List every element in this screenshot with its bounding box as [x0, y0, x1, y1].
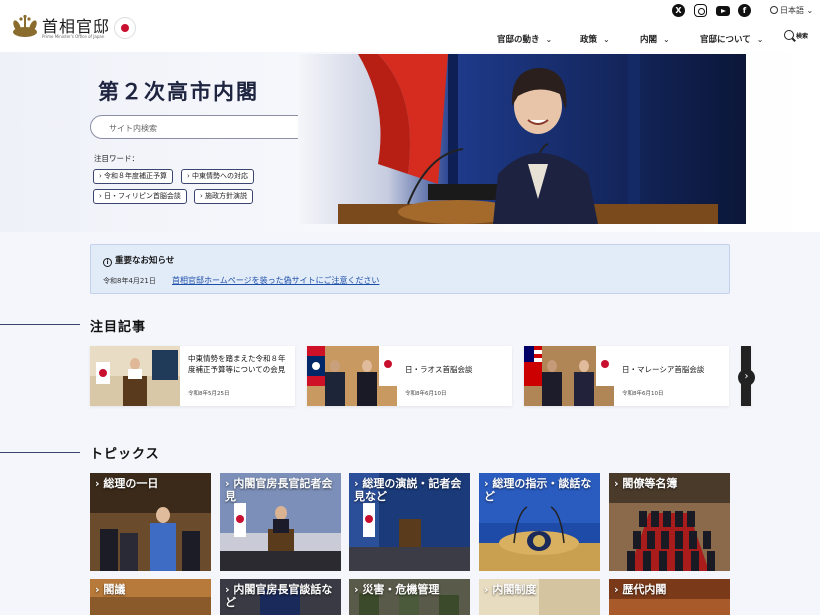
- keyword-label: 令和８年度補正予算: [104, 172, 168, 180]
- paulownia-crest-icon: [13, 14, 37, 37]
- topic-label: › 内閣官房長官記者会見: [225, 477, 337, 503]
- keyword-link[interactable]: › 中東情勢への対応: [181, 169, 255, 184]
- featured-card[interactable]: 日・ラオス首脳会談 令和8年6月10日: [307, 346, 512, 406]
- chevron-down-icon: ⌄: [545, 35, 553, 44]
- nav-label: 内閣: [640, 35, 658, 45]
- section-divider: [0, 452, 80, 453]
- topics-heading: トピックス: [90, 447, 160, 462]
- topic-label-text: 閣僚等名簿: [622, 477, 678, 490]
- chevron-down-icon: ⌄: [756, 35, 764, 44]
- keywords-label: 注目ワード：: [94, 154, 139, 163]
- topic-label-text: 内閣制度: [492, 583, 537, 596]
- topic-label-text: 内閣官房長官記者会見: [225, 477, 333, 503]
- topic-tile[interactable]: › 内閣官房長官談話など: [220, 579, 341, 615]
- topic-label-text: 閣議: [103, 583, 126, 596]
- topic-tile[interactable]: › 総理の一日: [90, 473, 211, 571]
- topic-label: › 総理の演説・記者会見など: [354, 477, 466, 503]
- prime-minister-photo: [298, 54, 746, 224]
- card-date: 令和8年6月10日: [622, 391, 664, 397]
- topic-label: › 内閣官房長官談話など: [225, 583, 337, 609]
- featured-heading: 注目記事: [90, 320, 147, 335]
- search-icon: [784, 30, 794, 40]
- topic-tile[interactable]: › 歴代内閣: [609, 579, 730, 615]
- card-title: 日・マレーシア首脳会談: [622, 365, 705, 374]
- site-logo[interactable]: 首相官邸 Prime Minister's Office of Japan: [12, 12, 132, 42]
- keyword-label: 日・フィリピン首脳会談: [104, 192, 181, 200]
- chevron-down-icon: ⌄: [603, 35, 610, 44]
- topic-tile[interactable]: › 内閣制度: [479, 579, 600, 615]
- keyword-link[interactable]: › 令和８年度補正予算: [93, 169, 174, 184]
- nav-item-activities[interactable]: 官邸の動き ⌄: [497, 33, 552, 45]
- notice-date: 令和8年4月21日: [103, 277, 156, 285]
- topic-label-text: 災害・危機管理: [362, 583, 440, 596]
- card-title: 中東情勢を踏まえた令和８年度補正予算等についての会見: [188, 354, 286, 374]
- nav-label: 官邸について: [700, 35, 751, 45]
- globe-icon: [770, 6, 778, 14]
- card-image: [524, 346, 614, 406]
- nav-item-cabinet[interactable]: 内閣 ⌄: [640, 33, 670, 45]
- carousel-next-button[interactable]: ›: [738, 369, 755, 386]
- topic-label-text: 歴代内閣: [622, 583, 667, 596]
- card-date: 令和8年5月25日: [188, 391, 230, 397]
- nav-label: 官邸の動き: [497, 35, 540, 45]
- site-search-box: [90, 115, 330, 139]
- topic-label-text: 総理の演説・記者会見など: [354, 477, 462, 503]
- topic-tile[interactable]: › 内閣官房長官記者会見: [220, 473, 341, 571]
- topic-label: › 歴代内閣: [614, 583, 726, 596]
- topic-label-text: 総理の一日: [103, 477, 159, 490]
- keyword-label: 施政方針演説: [205, 192, 248, 200]
- important-notice: i 重要なお知らせ 令和8年4月21日 首相官邸ホームページを装った偽サイトにご注…: [90, 244, 730, 294]
- section-divider: [0, 324, 80, 325]
- topic-tile[interactable]: › 災害・危機管理: [349, 579, 470, 615]
- keyword-link[interactable]: › 施政方針演説: [194, 189, 254, 204]
- nav-item-policy[interactable]: 政策 ⌄: [580, 33, 610, 45]
- topic-tile[interactable]: › 閣僚等名簿: [609, 473, 730, 571]
- chevron-right-icon: ›: [744, 371, 749, 382]
- nav-item-about[interactable]: 官邸について ⌄: [700, 33, 763, 45]
- featured-card[interactable]: 日・マレーシア首脳会談 令和8年6月10日: [524, 346, 729, 406]
- youtube-icon[interactable]: [716, 6, 730, 16]
- keyword-label: 中東情勢への対応: [192, 172, 249, 180]
- search-label: 検索: [796, 33, 809, 40]
- hero-photo[interactable]: [298, 54, 746, 224]
- notice-link[interactable]: 首相官邸ホームページを装った偽サイトにご注意ください: [172, 275, 379, 286]
- language-selector[interactable]: 日本語 ⌄: [770, 5, 813, 16]
- topic-label: › 閣僚等名簿: [614, 477, 726, 490]
- page-title: 第２次高市内閣: [98, 79, 259, 104]
- card-title: 日・ラオス首脳会談: [405, 365, 473, 374]
- chevron-down-icon: ⌄: [804, 6, 814, 15]
- notice-title: i 重要なお知らせ: [103, 254, 174, 267]
- topic-label: › 閣議: [95, 583, 207, 596]
- chevron-down-icon: ⌄: [663, 35, 670, 44]
- topic-label-text: 総理の指示・談話など: [484, 477, 592, 503]
- info-icon: i: [103, 258, 112, 267]
- x-icon[interactable]: X: [672, 4, 685, 17]
- instagram-icon[interactable]: [694, 4, 707, 17]
- site-search-input[interactable]: [109, 120, 289, 136]
- featured-card[interactable]: 中東情勢を踏まえた令和８年度補正予算等についての会見 令和8年5月25日: [90, 346, 295, 406]
- topic-tile[interactable]: › 総理の演説・記者会見など: [349, 473, 470, 571]
- card-image: [307, 346, 397, 406]
- site-header: 首相官邸 Prime Minister's Office of Japan X …: [0, 0, 820, 52]
- topic-label-text: 内閣官房長官談話など: [225, 583, 333, 609]
- logo-subtitle: Prime Minister's Office of Japan: [42, 34, 105, 39]
- nav-label: 政策: [580, 35, 598, 45]
- header-search-button[interactable]: 検索: [784, 30, 808, 40]
- topic-tile[interactable]: › 閣議: [90, 579, 211, 615]
- notice-title-text: 重要なお知らせ: [115, 256, 175, 266]
- keyword-link[interactable]: › 日・フィリピン首脳会談: [93, 189, 187, 204]
- topic-tile[interactable]: › 総理の指示・談話など: [479, 473, 600, 571]
- topic-label: › 総理の一日: [95, 477, 207, 490]
- card-image: [90, 346, 180, 406]
- card-date: 令和8年6月10日: [405, 391, 447, 397]
- topic-label: › 災害・危機管理: [354, 583, 466, 596]
- topic-label: › 内閣制度: [484, 583, 596, 596]
- facebook-icon[interactable]: f: [738, 4, 751, 17]
- language-label: 日本語: [780, 6, 804, 15]
- topic-label: › 総理の指示・談話など: [484, 477, 596, 503]
- japan-flag-icon: [115, 18, 135, 38]
